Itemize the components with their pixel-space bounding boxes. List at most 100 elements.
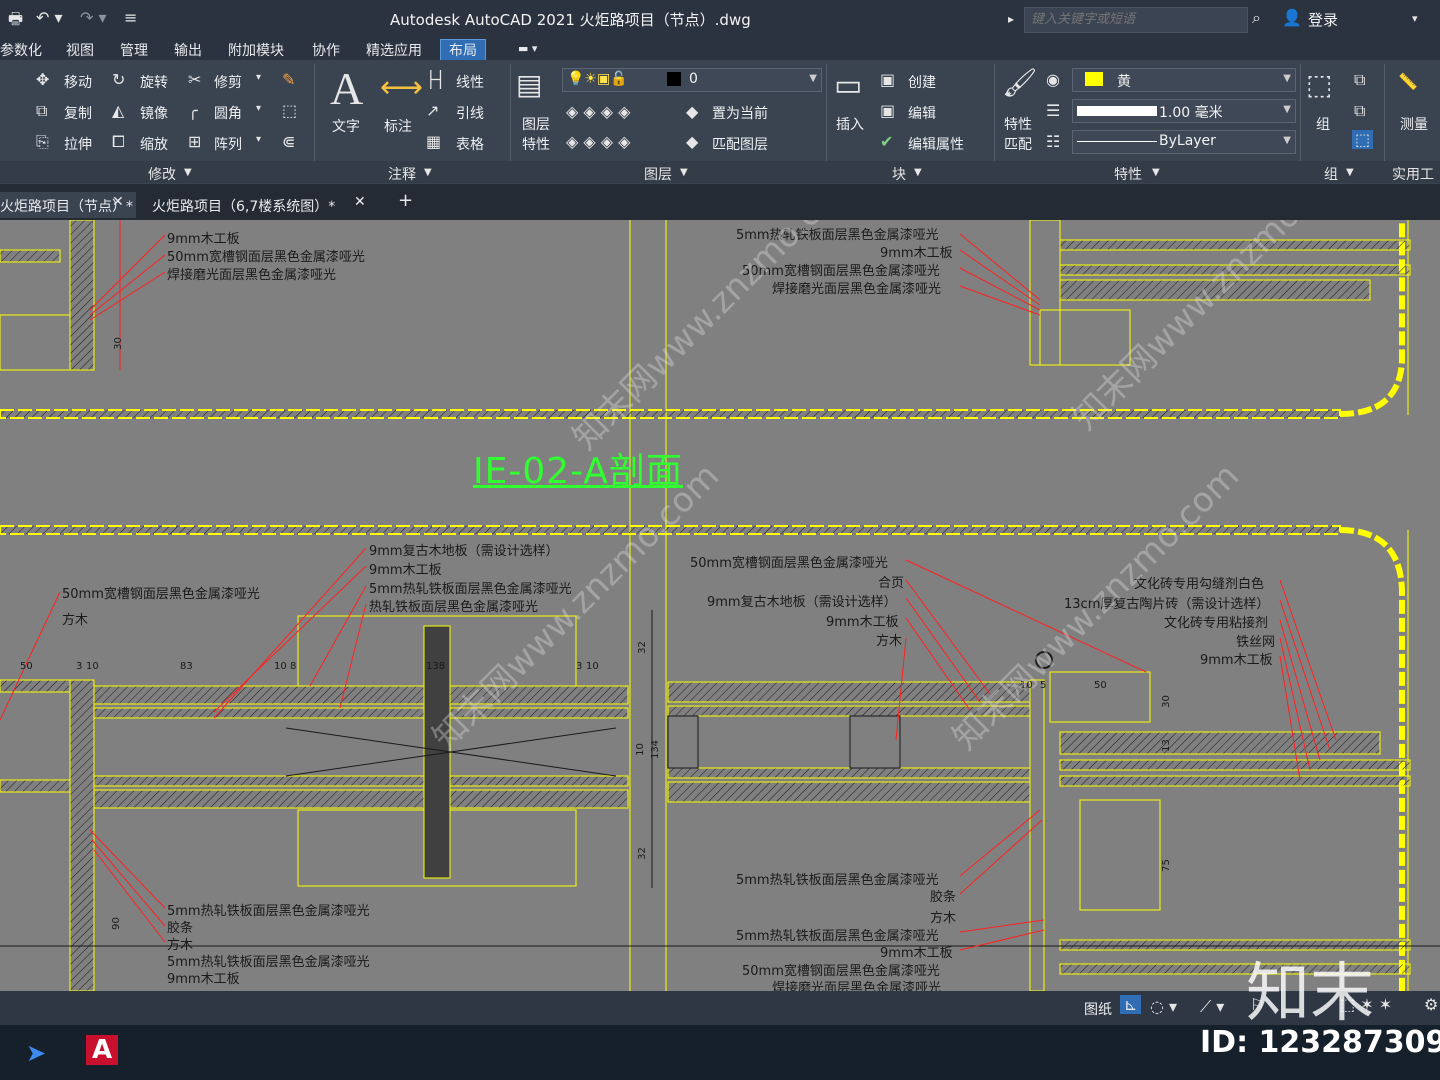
user-icon[interactable]: 👤 (1282, 8, 1302, 27)
measure-icon[interactable]: 📏 (1398, 72, 1418, 91)
tab-output[interactable]: 输出 (174, 40, 202, 60)
linetype-dropdown[interactable]: ByLayer ▼ (1072, 130, 1296, 154)
copy-icon[interactable]: ⧉ (36, 101, 47, 121)
panel-title-utilities[interactable]: 实用工 (1392, 164, 1434, 184)
explode-icon[interactable]: ⬚ (282, 101, 297, 120)
redo-icon[interactable]: ↷ ▾ (80, 8, 107, 27)
layer-properties-label-1[interactable]: 图层 (522, 114, 550, 134)
group-icon[interactable]: ⬚ (1306, 68, 1332, 101)
edit-block-button[interactable]: 编辑 (908, 103, 936, 123)
panel-title-layers[interactable]: 图层 (644, 164, 672, 184)
drawing-canvas[interactable]: 9mm木工板 50mm宽槽钢面层黑色金属漆哑光 焊接磨光面层黑色金属漆哑光 5m… (0, 220, 1440, 991)
color-dropdown[interactable]: 黄 ▼ (1072, 68, 1296, 92)
panel-title-annotation[interactable]: 注释 (388, 164, 416, 184)
match-layer-button[interactable]: 匹配图层 (712, 134, 768, 154)
text-button[interactable]: 文字 (332, 116, 360, 136)
offset-icon[interactable]: ⋐ (282, 132, 295, 151)
dimension-icon[interactable]: ⟷ (380, 70, 423, 105)
panel-title-properties[interactable]: 特性 (1114, 164, 1142, 184)
leader-icon[interactable]: ↗ (426, 101, 439, 120)
mirror-button[interactable]: 镜像 (140, 103, 168, 123)
customize-quick-access-icon[interactable]: ≡ (124, 8, 137, 27)
edit-block-icon[interactable]: ▣ (880, 101, 895, 120)
match-layer-icon[interactable]: ◆ (686, 132, 698, 151)
match-properties-label-1[interactable]: 特性 (1004, 114, 1032, 134)
trim-icon[interactable]: ✂ (188, 70, 201, 89)
tab-featured-apps[interactable]: 精选应用 (366, 40, 422, 60)
tab-layout[interactable]: 布局 (440, 39, 486, 61)
color-wheel-icon[interactable]: ◉ (1046, 70, 1060, 89)
lineweight-icon[interactable]: ☰ (1046, 101, 1060, 120)
lineweight-dropdown[interactable]: 1.00 毫米 ▼ (1072, 99, 1296, 123)
move-icon[interactable]: ✥ (36, 70, 49, 89)
move-button[interactable]: 移动 (64, 72, 92, 92)
chevron-down-icon[interactable]: ▼ (680, 167, 688, 178)
set-current-button[interactable]: 置为当前 (712, 103, 768, 123)
scale-button[interactable]: 缩放 (140, 134, 168, 154)
search-input[interactable] (1025, 8, 1247, 31)
app-icon[interactable]: ➤ (26, 1039, 46, 1067)
tab-collaborate[interactable]: 协作 (312, 40, 340, 60)
match-properties-label-2[interactable]: 匹配 (1004, 134, 1032, 154)
ribbon-minimize-icon[interactable]: ▬ ▾ (518, 42, 537, 55)
chevron-down-icon[interactable]: ▼ (184, 167, 192, 178)
copy-button[interactable]: 复制 (64, 103, 92, 123)
rotate-button[interactable]: 旋转 (140, 72, 168, 92)
mirror-icon[interactable]: ◭ (112, 101, 124, 120)
panel-title-block[interactable]: 块 (892, 164, 906, 184)
chevron-down-icon[interactable]: ▼ (1346, 167, 1354, 178)
dimension-button[interactable]: 标注 (384, 116, 412, 136)
stretch-button[interactable]: 拉伸 (64, 134, 92, 154)
layer-properties-label-2[interactable]: 特性 (522, 134, 550, 154)
tab-view[interactable]: 视图 (66, 40, 94, 60)
print-icon[interactable]: 🖶 (8, 8, 23, 35)
close-icon[interactable]: ✕ (354, 194, 366, 210)
chevron-down-icon[interactable]: ▼ (914, 167, 922, 178)
chevron-down-icon[interactable]: ▾ (256, 72, 261, 83)
panel-title-group[interactable]: 组 (1324, 164, 1338, 184)
erase-icon[interactable]: ✎ (282, 70, 295, 89)
create-block-icon[interactable]: ▣ (880, 70, 895, 89)
trim-button[interactable]: 修剪 (214, 72, 242, 92)
chevron-down-icon[interactable]: ▼ (1152, 167, 1160, 178)
layer-dropdown[interactable]: 💡☀▣🔓 0 ▼ (562, 68, 822, 92)
chevron-down-icon[interactable]: ▾ (256, 134, 261, 145)
chevron-down-icon[interactable]: ▾ (1412, 12, 1418, 25)
polar-tracking-icon[interactable]: ◌ ▾ (1150, 997, 1177, 1016)
leader-button[interactable]: 引线 (456, 103, 484, 123)
stretch-icon[interactable]: ⎘ (36, 132, 49, 152)
insert-icon[interactable]: ▭ (834, 68, 862, 103)
panel-title-modify[interactable]: 修改 (148, 164, 176, 184)
undo-icon[interactable]: ↶ ▾ (36, 8, 63, 27)
close-icon[interactable]: ✕ (112, 194, 124, 210)
group-edit-icon[interactable]: ⧉ (1354, 101, 1365, 121)
group-button[interactable]: 组 (1316, 114, 1330, 134)
group-select-icon[interactable]: ⬚ (1352, 130, 1374, 149)
scale-icon[interactable]: ⧠ (112, 132, 125, 152)
match-properties-icon[interactable]: 🖌 (1002, 66, 1038, 99)
paper-space-button[interactable]: 图纸 (1084, 999, 1112, 1019)
create-block-button[interactable]: 创建 (908, 72, 936, 92)
array-icon[interactable]: ⊞ (188, 132, 201, 151)
login-link[interactable]: 登录 (1308, 9, 1338, 30)
layer-tool-icons-2[interactable]: ◈ ◈ ◈ ◈ (566, 132, 630, 151)
grid-icon[interactable]: ⊾ (1120, 995, 1142, 1014)
search-box[interactable] (1024, 7, 1248, 33)
chevron-right-icon[interactable]: ▸ (1008, 12, 1014, 26)
table-icon[interactable]: ▦ (426, 132, 441, 151)
insert-button[interactable]: 插入 (836, 114, 864, 134)
fillet-icon[interactable]: ╭ (188, 101, 198, 120)
rotate-icon[interactable]: ↻ (112, 70, 125, 89)
chevron-down-icon[interactable]: ▾ (256, 103, 261, 114)
search-icon[interactable]: ⌕ (1252, 8, 1261, 28)
linear-button[interactable]: 线性 (456, 72, 484, 92)
doc-tab-system[interactable]: 火炬路项目（6,7楼系统图）* ✕ (150, 192, 380, 218)
text-icon[interactable]: A (330, 62, 363, 115)
gear-icon[interactable]: ⚙ (1424, 995, 1438, 1014)
edit-attribute-icon[interactable]: ✔ (880, 132, 893, 151)
tab-manage[interactable]: 管理 (120, 40, 148, 60)
osnap-icon[interactable]: ⟋ ▾ (1200, 997, 1224, 1017)
fillet-button[interactable]: 圆角 (214, 103, 242, 123)
array-button[interactable]: 阵列 (214, 134, 242, 154)
autocad-app-icon[interactable]: A (86, 1035, 119, 1065)
